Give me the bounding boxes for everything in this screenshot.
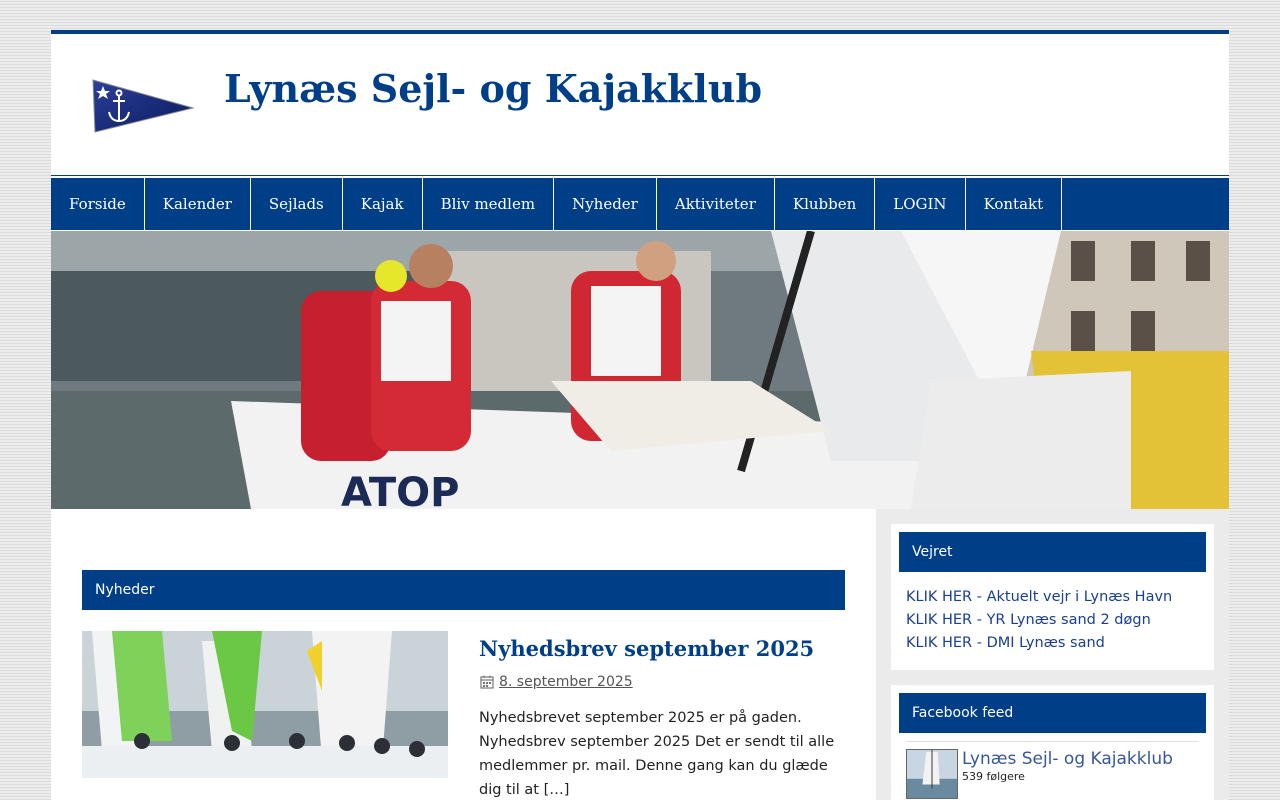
facebook-widget: Facebook feed Lynæs Sejl- og Kajakklub 5… bbox=[891, 685, 1214, 800]
nav-item-aktiviteter[interactable]: Aktiviteter bbox=[657, 178, 775, 230]
nav-item-login[interactable]: LOGIN bbox=[875, 178, 966, 230]
weather-link-yr[interactable]: KLIK HER - YR Lynæs sand 2 døgn bbox=[906, 609, 1206, 632]
nav-item-kontakt[interactable]: Kontakt bbox=[966, 178, 1063, 230]
section-title: Nyheder bbox=[82, 570, 845, 610]
nav-item-nyheder[interactable]: Nyheder bbox=[554, 178, 657, 230]
page-container: Lynæs Sejl- og Kajakklub Forside Kalende… bbox=[51, 30, 1229, 800]
facebook-page-avatar[interactable] bbox=[906, 749, 958, 799]
nav-item-forside[interactable]: Forside bbox=[51, 178, 145, 230]
weather-link-aktuelt[interactable]: KLIK HER - Aktuelt vejr i Lynæs Havn bbox=[906, 586, 1206, 609]
nav-item-sejlads[interactable]: Sejlads bbox=[251, 178, 343, 230]
calendar-icon bbox=[480, 675, 494, 689]
header-banner-image: ATOP bbox=[51, 231, 1229, 509]
post-title[interactable]: Nyhedsbrev september 2025 bbox=[479, 636, 814, 661]
facebook-widget-title: Facebook feed bbox=[899, 693, 1206, 733]
site-title[interactable]: Lynæs Sejl- og Kajakklub bbox=[224, 66, 762, 111]
svg-text:ATOP: ATOP bbox=[341, 470, 459, 509]
facebook-page-info: Lynæs Sejl- og Kajakklub 539 følgere bbox=[962, 749, 1173, 799]
weather-widget-title: Vejret bbox=[899, 532, 1206, 572]
facebook-page-card: Lynæs Sejl- og Kajakklub 539 følgere bbox=[906, 741, 1199, 799]
facebook-follower-count: 539 følgere bbox=[962, 770, 1025, 783]
nav-item-klubben[interactable]: Klubben bbox=[775, 178, 876, 230]
nav-item-bliv-medlem[interactable]: Bliv medlem bbox=[423, 178, 555, 230]
post-thumbnail[interactable] bbox=[82, 631, 448, 778]
main-content: Nyheder Nyhedsbrev september 2025 8. sep… bbox=[51, 509, 876, 800]
weather-widget: Vejret KLIK HER - Aktuelt vejr i Lynæs H… bbox=[891, 524, 1214, 670]
nav-item-kajak[interactable]: Kajak bbox=[343, 178, 423, 230]
nav-item-kalender[interactable]: Kalender bbox=[145, 178, 251, 230]
main-navigation: Forside Kalender Sejlads Kajak Bliv medl… bbox=[51, 176, 1229, 230]
post-excerpt: Nyhedsbrevet september 2025 er på gaden.… bbox=[479, 710, 835, 798]
weather-link-dmi[interactable]: KLIK HER - DMI Lynæs sand bbox=[906, 632, 1206, 655]
club-burgee-logo[interactable] bbox=[91, 74, 195, 136]
weather-links: KLIK HER - Aktuelt vejr i Lynæs Havn KLI… bbox=[899, 572, 1206, 663]
site-header: Lynæs Sejl- og Kajakklub bbox=[51, 34, 1229, 176]
facebook-page-name[interactable]: Lynæs Sejl- og Kajakklub bbox=[962, 749, 1173, 769]
post-date: 8. september 2025 bbox=[479, 674, 633, 690]
sidebar: Vejret KLIK HER - Aktuelt vejr i Lynæs H… bbox=[876, 509, 1229, 800]
post-date-link[interactable]: 8. september 2025 bbox=[499, 674, 633, 690]
